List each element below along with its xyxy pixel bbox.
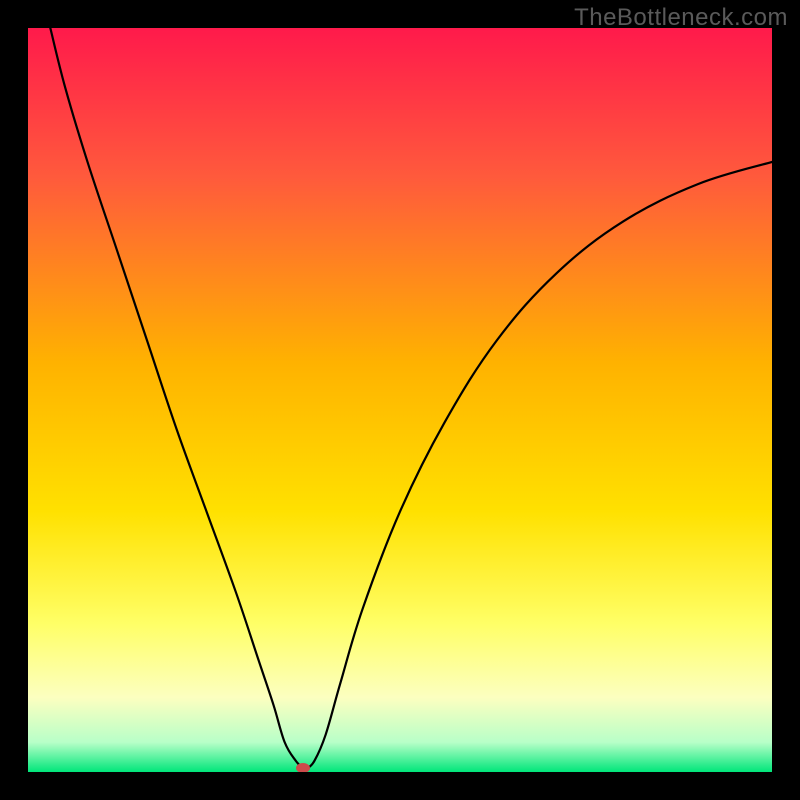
chart-svg [28, 28, 772, 772]
watermark-text: TheBottleneck.com [574, 4, 788, 32]
optimum-marker [296, 763, 310, 772]
gradient-background [28, 28, 772, 772]
chart-container: TheBottleneck.com [0, 0, 800, 800]
plot-area [28, 28, 772, 772]
